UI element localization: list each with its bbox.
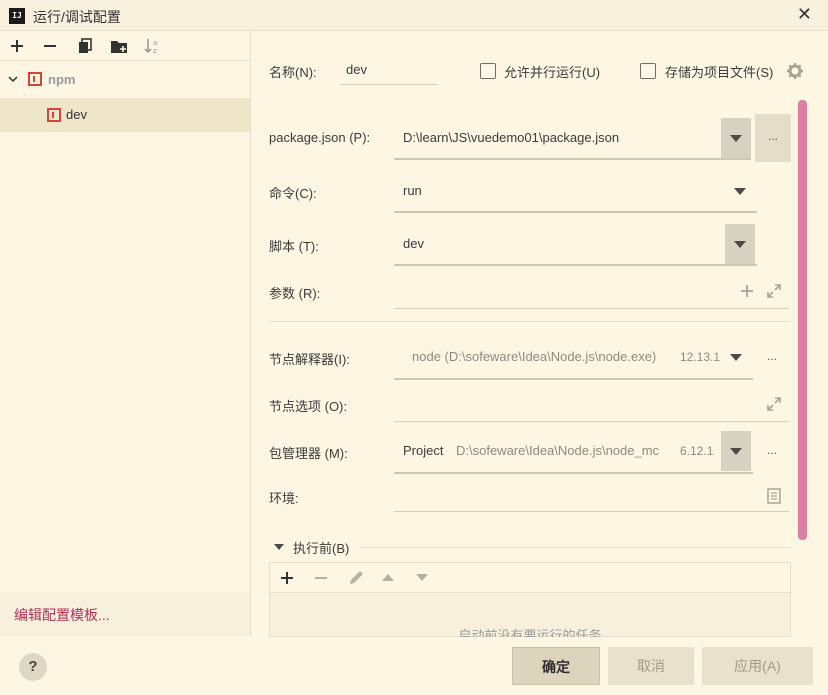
package-manager-version: 6.12.1 — [680, 444, 714, 458]
script-underline — [394, 264, 757, 266]
expand-icon[interactable] — [766, 283, 782, 299]
template-link-area: 编辑配置模板... — [0, 592, 250, 636]
vertical-scrollbar[interactable] — [798, 100, 807, 540]
config-tree-panel: az npm dev 编辑配置模板... — [0, 31, 251, 637]
package-manager-label: 包管理器 (M): — [269, 446, 348, 461]
move-up-icon[interactable] — [381, 572, 395, 582]
dropdown-arrow-icon — [730, 448, 742, 455]
node-interpreter-label: 节点解释器(I): — [269, 352, 350, 367]
dialog-button-bar: ? 确定 取消 应用(A) — [0, 637, 828, 695]
command-label: 命令(C): — [269, 186, 317, 201]
cancel-button[interactable]: 取消 — [608, 647, 694, 685]
tree-item-npm[interactable]: npm — [0, 64, 250, 94]
window-title: 运行/调试配置 — [33, 9, 121, 25]
script-dropdown-button[interactable] — [725, 224, 755, 264]
title-bar: IJ 运行/调试配置 ✕ — [0, 0, 828, 31]
package-manager-path: D:\sofeware\Idea\Node.js\node_mc — [456, 443, 660, 458]
add-icon[interactable] — [740, 284, 754, 298]
expand-icon[interactable] — [766, 396, 782, 412]
close-icon[interactable]: ✕ — [797, 5, 812, 23]
parallel-run-checkbox[interactable] — [480, 63, 496, 79]
new-folder-icon[interactable] — [109, 36, 129, 56]
move-down-icon[interactable] — [415, 573, 429, 583]
add-icon[interactable] — [7, 36, 27, 56]
tree-item-label: dev — [66, 107, 87, 122]
package-manager-dropdown-button[interactable] — [721, 431, 751, 471]
node-interpreter-dropdown-arrow-icon[interactable] — [730, 354, 742, 361]
command-dropdown-arrow-icon[interactable] — [734, 188, 746, 195]
tree-item-dev[interactable]: dev — [0, 98, 250, 132]
section-divider — [269, 321, 791, 322]
node-interpreter-browse-button[interactable]: ... — [767, 349, 777, 363]
svg-text:a: a — [153, 39, 157, 47]
parallel-run-label: 允许并行运行(U) — [504, 65, 601, 80]
help-icon[interactable]: ? — [19, 653, 47, 681]
chevron-down-icon[interactable] — [273, 542, 285, 552]
remove-icon[interactable] — [314, 571, 328, 585]
remove-icon[interactable] — [40, 36, 60, 56]
sort-icon[interactable]: az — [143, 36, 163, 56]
edit-templates-link[interactable]: 编辑配置模板... — [14, 605, 110, 625]
arguments-label: 参数 (R): — [269, 286, 321, 301]
tree-group-label: npm — [48, 72, 76, 87]
package-manager-browse-button[interactable]: ... — [767, 443, 777, 457]
ok-button[interactable]: 确定 — [512, 647, 600, 685]
dropdown-arrow-icon — [730, 135, 742, 142]
gear-icon[interactable] — [786, 62, 804, 80]
package-json-browse-button[interactable]: ... — [755, 114, 791, 162]
package-json-underline — [394, 158, 751, 160]
store-project-file-label: 存储为项目文件(S) — [665, 65, 774, 80]
chevron-down-icon[interactable] — [7, 73, 19, 85]
package-json-dropdown-button[interactable] — [721, 118, 751, 158]
name-input[interactable]: dev — [346, 62, 367, 77]
script-input[interactable]: dev — [403, 236, 424, 251]
package-manager-underline — [394, 472, 753, 474]
package-json-label: package.json (P): — [269, 130, 371, 145]
add-icon[interactable] — [280, 571, 294, 585]
before-launch-divider — [360, 547, 791, 548]
before-launch-panel: 启动前没有要运行的任务 — [269, 562, 791, 643]
node-options-label: 节点选项 (O): — [269, 399, 347, 414]
environment-label: 环境: — [269, 491, 299, 506]
edit-icon[interactable] — [347, 569, 365, 587]
node-options-underline — [394, 421, 789, 422]
store-project-file-checkbox[interactable] — [640, 63, 656, 79]
environment-underline — [394, 511, 789, 512]
svg-text:z: z — [153, 47, 157, 55]
node-interpreter-underline — [394, 378, 753, 380]
copy-icon[interactable] — [75, 36, 95, 56]
document-icon[interactable] — [767, 488, 781, 504]
command-underline — [394, 211, 757, 213]
node-interpreter-select[interactable]: node (D:\sofeware\Idea\Node.js\node.exe) — [412, 349, 656, 364]
name-label: 名称(N): — [269, 65, 317, 80]
name-underline — [340, 84, 438, 85]
before-launch-toolbar — [270, 563, 790, 593]
dropdown-arrow-icon — [734, 241, 746, 248]
node-version: 12.13.1 — [680, 350, 721, 364]
npm-icon — [47, 108, 61, 122]
npm-icon — [28, 72, 42, 86]
arguments-underline — [394, 308, 789, 309]
intellij-logo-icon: IJ — [9, 8, 25, 24]
tree-toolbar: az — [0, 31, 250, 61]
script-label: 脚本 (T): — [269, 239, 319, 254]
command-select[interactable]: run — [403, 183, 422, 198]
package-json-input[interactable]: D:\learn\JS\vuedemo01\package.json — [403, 130, 619, 145]
package-manager-select[interactable]: Project — [403, 443, 443, 458]
before-launch-label[interactable]: 执行前(B) — [293, 538, 349, 557]
apply-button[interactable]: 应用(A) — [702, 647, 813, 685]
